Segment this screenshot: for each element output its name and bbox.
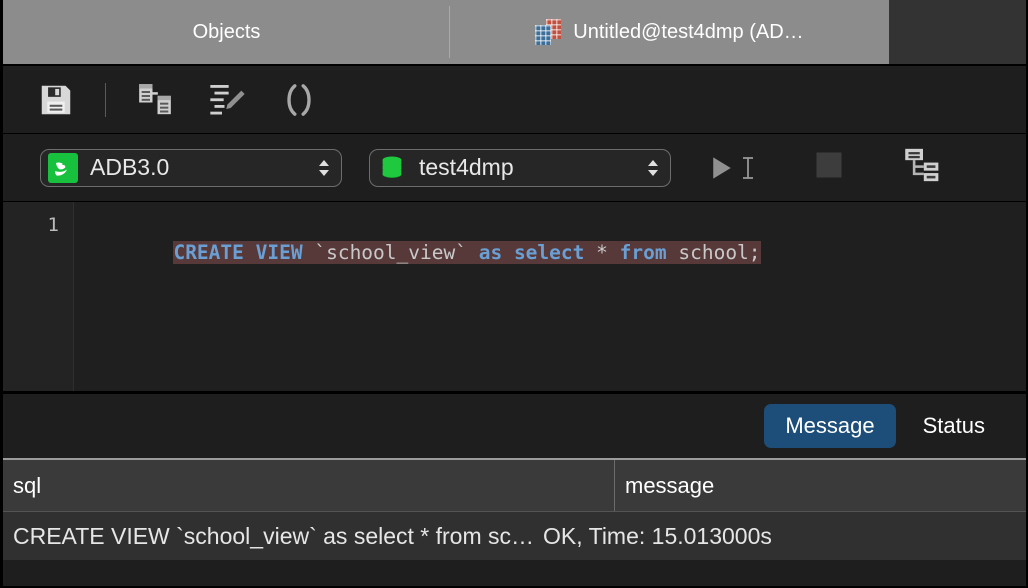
tree-hierarchy-icon: [905, 148, 939, 182]
stop-button[interactable]: [814, 150, 844, 185]
editor-toolbar: [3, 66, 1026, 134]
adb-connection-icon: [48, 152, 78, 183]
execution-plan-button[interactable]: [902, 145, 944, 190]
tab-objects[interactable]: Objects: [3, 0, 450, 64]
sql-token-space-2: [467, 241, 479, 264]
connection-select[interactable]: ADB3.0: [40, 148, 342, 187]
sql-token-kw-from: from: [619, 241, 667, 264]
sql-token-kw-create-view: CREATE VIEW: [173, 241, 303, 264]
column-header-sql[interactable]: sql: [3, 460, 615, 511]
sql-editor[interactable]: 1 CREATE VIEW `school_view` as select * …: [3, 202, 1026, 394]
format-sql-icon: [210, 84, 245, 114]
cell-message: OK, Time: 15.013000s: [543, 522, 772, 549]
sql-token-star: *: [596, 241, 608, 264]
stop-icon: [816, 152, 842, 178]
tab-untitled-console[interactable]: Untitled@test4dmp (AD…: [450, 0, 889, 64]
save-button[interactable]: [33, 77, 79, 123]
format-sql-button[interactable]: [204, 77, 250, 123]
text-cursor-icon: [743, 156, 753, 179]
table-row[interactable]: CREATE VIEW `school_view` as select * fr…: [3, 512, 1026, 560]
chevron-updown-icon: [313, 156, 335, 180]
toolbar-divider: [105, 82, 106, 117]
selected-sql-statement: CREATE VIEW `school_view` as select * fr…: [173, 241, 761, 264]
run-button[interactable]: [707, 152, 756, 184]
tab-status[interactable]: Status: [902, 404, 1006, 448]
sql-token-table-name: school;: [678, 241, 761, 264]
cell-sql: CREATE VIEW `school_view` as select * fr…: [13, 522, 535, 549]
parentheses-button[interactable]: [276, 77, 322, 123]
results-grid: sql message CREATE VIEW `school_view` as…: [3, 460, 1026, 560]
window-tab-bar: Objects Untitled@test4dmp (AD…: [3, 0, 1026, 66]
sql-console-window: Objects Untitled@test4dmp (AD… ADB3.0 te…: [0, 0, 1028, 588]
database-select-value: test4dmp: [419, 154, 514, 180]
editor-code-area[interactable]: CREATE VIEW `school_view` as select * fr…: [74, 202, 1026, 391]
chevron-updown-icon-db: [642, 156, 664, 180]
sql-token-kw-as-select: as select: [478, 241, 585, 264]
editor-gutter: 1: [3, 202, 74, 391]
results-grid-header: sql message: [3, 460, 1026, 512]
line-number: 1: [47, 214, 59, 236]
parentheses-icon: [287, 83, 311, 116]
results-tab-bar: Message Status: [3, 394, 1026, 460]
explain-plan-button[interactable]: [132, 77, 178, 123]
connection-select-value: ADB3.0: [90, 154, 170, 180]
sql-token-space-3: [584, 241, 596, 264]
play-icon: [713, 156, 731, 179]
sql-token-space-5: [667, 241, 679, 264]
explain-plan-icon: [139, 83, 171, 114]
connection-bar: ADB3.0 test4dmp: [3, 134, 1026, 202]
database-icon: [377, 153, 407, 183]
sql-token-space-1: [303, 241, 315, 264]
console-table-icon: [535, 19, 562, 45]
tab-objects-label: Objects: [192, 20, 261, 43]
save-icon: [41, 85, 71, 114]
tab-message[interactable]: Message: [764, 404, 896, 448]
tab-untitled-console-label: Untitled@test4dmp (AD…: [573, 20, 804, 43]
sql-token-view-name: `school_view`: [314, 241, 467, 264]
sql-token-space-4: [608, 241, 620, 264]
database-select[interactable]: test4dmp: [369, 148, 671, 187]
column-header-message[interactable]: message: [615, 460, 1026, 511]
